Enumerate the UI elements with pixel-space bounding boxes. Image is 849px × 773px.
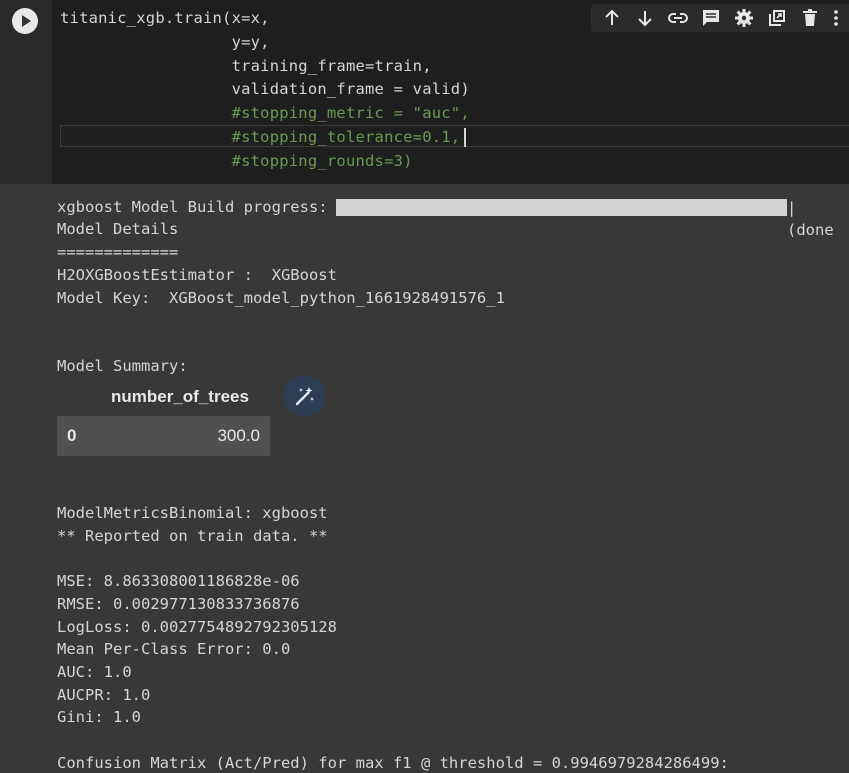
more-options-button[interactable] — [826, 4, 846, 32]
delete-cell-button[interactable] — [793, 4, 826, 32]
row-index: 0 — [67, 426, 77, 445]
progress-fill — [336, 199, 787, 216]
code-line: y=y, — [60, 33, 270, 51]
code-line-comment: #stopping_metric = "auc", — [60, 104, 470, 122]
code-line-comment: #stopping_tolerance=0.1, — [60, 125, 467, 149]
cell-toolbar — [591, 4, 849, 32]
progress-end: | (done — [787, 199, 834, 239]
code-line: titanic_xgb.train(x=x, — [60, 9, 270, 27]
table-header: number_of_trees — [111, 387, 249, 406]
progress-bar — [336, 199, 787, 216]
mirror-cell-button[interactable] — [760, 4, 793, 32]
run-cell-button[interactable] — [12, 8, 38, 34]
comment-icon — [702, 10, 719, 26]
trash-icon — [802, 9, 817, 26]
move-down-button[interactable] — [628, 4, 661, 32]
model-details-heading: Model Details — [57, 220, 179, 238]
code-line-comment: #stopping_rounds=3) — [60, 152, 413, 170]
magic-wand-icon — [295, 387, 314, 406]
metric-auc: AUC: 1.0 — [57, 663, 132, 681]
model-summary-label: Model Summary: — [57, 357, 188, 375]
gear-icon — [734, 9, 753, 27]
settings-button[interactable] — [727, 4, 760, 32]
mirror-icon — [768, 10, 785, 26]
copy-link-button[interactable] — [661, 4, 694, 32]
metric-mpce: Mean Per-Class Error: 0.0 — [57, 640, 291, 658]
metric-logloss: LogLoss: 0.0027754892792305128 — [57, 618, 337, 636]
progress-label: xgboost Model Build progress: | — [57, 198, 347, 216]
heading-underline: ============= — [57, 243, 179, 261]
link-icon — [667, 13, 688, 23]
metric-aucpr: AUCPR: 1.0 — [57, 686, 151, 704]
row-value: 300.0 — [217, 426, 260, 445]
metric-gini: Gini: 1.0 — [57, 708, 141, 726]
add-comment-button[interactable] — [694, 4, 727, 32]
reported-on: ** Reported on train data. ** — [57, 527, 328, 545]
move-up-button[interactable] — [595, 4, 628, 32]
suggest-chart-button[interactable] — [284, 376, 325, 416]
more-icon — [834, 10, 838, 26]
confusion-matrix-heading: Confusion Matrix (Act/Pred) for max f1 @… — [57, 754, 729, 772]
text-caret — [464, 128, 467, 147]
metric-rmse: RMSE: 0.002977130833736876 — [57, 595, 300, 613]
cell-gutter — [0, 0, 52, 184]
code-cell[interactable]: titanic_xgb.train(x=x, y=y, training_fra… — [0, 0, 849, 184]
model-key-line: Model Key: XGBoost_model_python_16619284… — [57, 289, 505, 307]
metric-mse: MSE: 8.863308001186828e-06 — [57, 572, 300, 590]
metrics-title: ModelMetricsBinomial: xgboost — [57, 504, 328, 522]
estimator-line: H2OXGBoostEstimator : XGBoost — [57, 266, 337, 284]
table-row: 0 300.0 — [57, 416, 270, 456]
code-line: validation_frame = valid) — [60, 80, 470, 98]
code-line-comment-text: #stopping_tolerance=0.1, — [60, 128, 461, 146]
arrow-down-icon — [637, 11, 652, 27]
code-line: training_frame=train, — [60, 57, 432, 75]
arrow-up-icon — [604, 9, 619, 25]
